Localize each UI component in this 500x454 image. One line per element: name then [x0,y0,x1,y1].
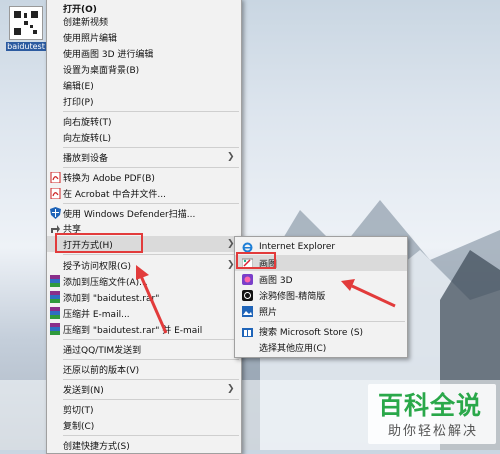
menu-item-label: 向右旋转(T) [63,117,112,128]
menu-item-label: 添加到压缩文件(A)... [63,277,148,288]
menu-separator [63,254,239,255]
defender-shield-icon [49,207,61,219]
menu-item-rotate-left[interactable]: 向左旋转(L) [47,129,241,145]
winrar-icon [49,323,61,335]
qr-thumbnail-icon [9,6,43,40]
menu-item-label: 转换为 Adobe PDF(B) [63,173,155,184]
menu-item-defender-scan[interactable]: 使用 Windows Defender扫描... [47,205,241,221]
paint-3d-icon [241,273,253,285]
menu-separator [63,147,239,148]
winrar-icon [49,291,61,303]
app-item-paint-3d[interactable]: 画图 3D [235,271,407,287]
watermark-subtitle: 助你轻松解决 [388,424,479,439]
menu-item-copy[interactable]: 复制(C) [47,417,241,433]
menu-separator [63,435,239,436]
watermark-badge: 百科全说 助你轻松解决 [368,384,496,444]
menu-item-label: 发送到(N) [63,385,104,396]
desktop-file-icon[interactable]: baidutest [6,6,46,52]
menu-item-create-video[interactable]: 创建新视频 [47,13,241,29]
doodle-app-icon [241,289,253,301]
menu-item-rotate-right[interactable]: 向右旋转(T) [47,113,241,129]
menu-item-set-wallpaper[interactable]: 设置为桌面背景(B) [47,61,241,77]
menu-item-compress-rar-email[interactable]: 压缩到 "baidutest.rar" 并 E-mail [47,321,241,337]
app-item-label: 搜索 Microsoft Store (S) [259,327,364,338]
menu-item-label: 使用画图 3D 进行编辑 [63,49,154,60]
menu-item-label: 通过QQ/TIM发送到 [63,345,142,356]
menu-item-label: 添加到 "baidutest.rar" [63,293,160,304]
menu-item-edit[interactable]: 编辑(E) [47,77,241,93]
winrar-icon [49,307,61,319]
menu-separator [63,111,239,112]
menu-separator [63,203,239,204]
adobe-pdf-icon [49,187,61,199]
menu-separator [63,339,239,340]
menu-item-label: 压缩并 E-mail... [63,309,130,320]
chevron-right-icon: ❯ [227,384,235,394]
menu-item-label: 使用照片编辑 [63,33,118,44]
menu-item-cut[interactable]: 剪切(T) [47,401,241,417]
menu-item-label: 复制(C) [63,421,95,432]
menu-item-compress-email[interactable]: 压缩并 E-mail... [47,305,241,321]
menu-item-edit-paint3d[interactable]: 使用画图 3D 进行编辑 [47,45,241,61]
menu-separator [63,399,239,400]
highlight-box-open-with [55,233,143,253]
menu-separator [259,321,405,322]
context-menu: 打开(O) 创建新视频 使用照片编辑 使用画图 3D 进行编辑 设置为桌面背景(… [46,0,242,454]
menu-item-label: 打印(P) [63,97,94,108]
menu-item-send-qq-tim[interactable]: 通过QQ/TIM发送到 [47,341,241,357]
menu-item-label: 压缩到 "baidutest.rar" 并 E-mail [63,325,203,336]
menu-item-label: 创建新视频 [63,17,109,28]
menu-item-label: 在 Acrobat 中合并文件... [63,189,167,200]
menu-item-acrobat-combine[interactable]: 在 Acrobat 中合并文件... [47,185,241,201]
app-item-label: 选择其他应用(C) [259,343,327,354]
menu-item-add-to-rar[interactable]: 添加到 "baidutest.rar" [47,289,241,305]
menu-item-label: 还原以前的版本(V) [63,365,140,376]
highlight-box-paint [236,252,276,269]
app-item-doodle[interactable]: 涂鸦修图-精简版 [235,287,407,303]
adobe-pdf-icon [49,171,61,183]
app-item-label: 照片 [259,307,278,318]
store-icon [241,325,253,337]
menu-separator [63,359,239,360]
menu-item-edit-with-photos[interactable]: 使用照片编辑 [47,29,241,45]
menu-item-label: 剪切(T) [63,405,94,416]
menu-item-label: 播放到设备 [63,153,109,164]
menu-item-label: 使用 Windows Defender扫描... [63,209,196,220]
menu-item-label: 编辑(E) [63,81,94,92]
menu-separator [63,167,239,168]
menu-separator [63,379,239,380]
menu-item-label: 设置为桌面背景(B) [63,65,140,76]
menu-item-cast-to-device[interactable]: 播放到设备 ❯ [47,149,241,165]
app-item-label: 涂鸦修图-精简版 [259,291,326,302]
menu-item-send-to[interactable]: 发送到(N) ❯ [47,381,241,397]
menu-item-convert-pdf[interactable]: 转换为 Adobe PDF(B) [47,169,241,185]
menu-item-print[interactable]: 打印(P) [47,93,241,109]
photos-icon [241,305,253,317]
app-item-label: Internet Explorer [259,242,336,252]
app-item-search-store[interactable]: 搜索 Microsoft Store (S) [235,323,407,339]
app-item-photos[interactable]: 照片 [235,303,407,319]
menu-item-label: 向左旋转(L) [63,133,112,144]
menu-item-grant-access[interactable]: 授予访问权限(G) ❯ [47,257,241,273]
winrar-icon [49,275,61,287]
menu-item-create-shortcut[interactable]: 创建快捷方式(S) [47,437,241,453]
app-item-choose-other[interactable]: 选择其他应用(C) [235,339,407,355]
desktop-file-label: baidutest [6,42,46,51]
app-item-label: 画图 3D [259,275,293,286]
menu-item-label: 授予访问权限(G) [63,261,131,272]
chevron-right-icon: ❯ [227,152,235,162]
menu-item-restore-versions[interactable]: 还原以前的版本(V) [47,361,241,377]
watermark-title: 百科全说 [378,391,483,420]
menu-item-add-to-archive[interactable]: 添加到压缩文件(A)... [47,273,241,289]
